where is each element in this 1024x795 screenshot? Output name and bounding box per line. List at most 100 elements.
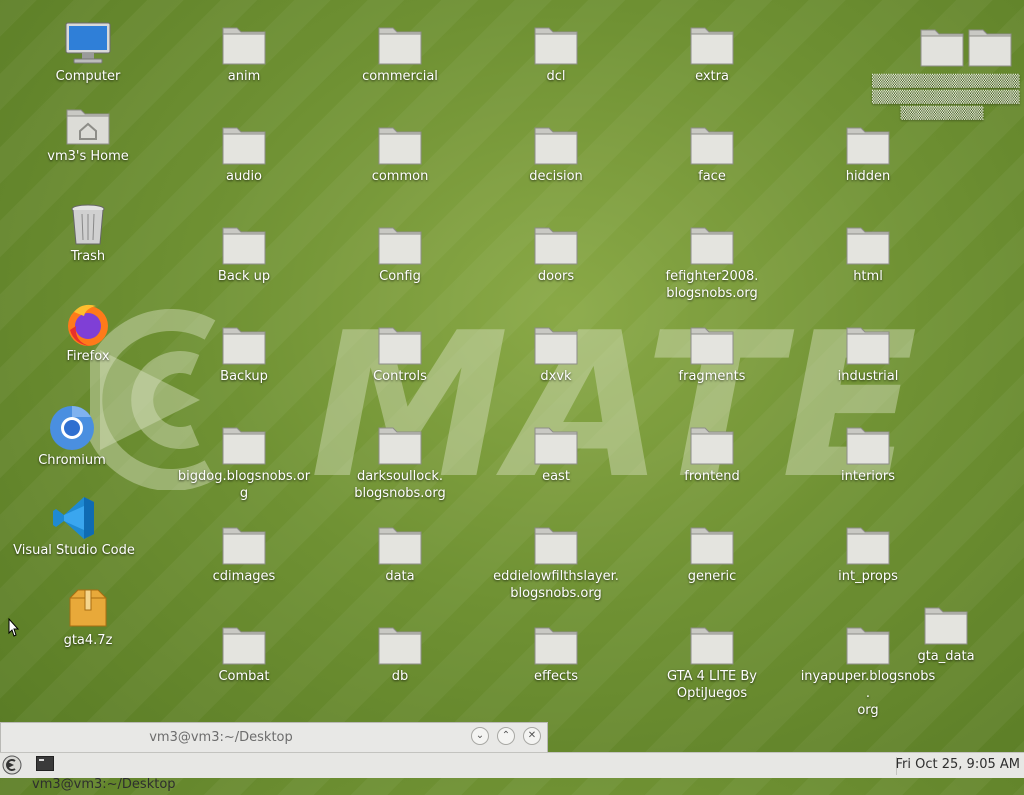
- computer-icon: [65, 22, 111, 64]
- folder-label: cdimages: [212, 569, 276, 584]
- desktop-folder[interactable]: html: [796, 220, 940, 285]
- desktop-folder[interactable]: frontend: [640, 420, 784, 485]
- desktop-folder[interactable]: Backup: [172, 320, 316, 385]
- desktop-folder[interactable]: extra: [640, 20, 784, 85]
- desktop-folder[interactable]: gta_data: [874, 600, 1018, 665]
- desktop-folder[interactable]: db: [328, 620, 472, 685]
- folder-icon: [378, 127, 422, 165]
- overlapping-icons-cluster[interactable]: ▒▒▒▒▒▒▒▒▒▒▒▒▒▒▒▒ ▒▒▒▒▒▒▒▒▒▒▒▒▒▒▒▒ ▒▒▒▒▒▒…: [862, 18, 1020, 128]
- folder-icon: [534, 127, 578, 165]
- taskbar-button-terminal[interactable]: vm3@vm3:~/Desktop: [32, 755, 202, 792]
- firefox-icon: [68, 304, 108, 346]
- folder-label: interiors: [841, 469, 895, 484]
- folder-icon: [534, 427, 578, 465]
- desktop-icon-firefox[interactable]: Firefox: [16, 300, 160, 365]
- folder-label: data: [385, 569, 415, 584]
- desktop-folder[interactable]: Combat: [172, 620, 316, 685]
- terminal-window-titlebar[interactable]: vm3@vm3:~/Desktop ⌄ ⌃ ✕: [0, 722, 548, 752]
- close-button[interactable]: ✕: [523, 727, 541, 745]
- folder-icon: [378, 27, 422, 65]
- folder-icon: [222, 527, 266, 565]
- folder-icon: [846, 327, 890, 365]
- folder-label: industrial: [837, 369, 899, 384]
- folder-icon: [534, 327, 578, 365]
- folder-label: fragments: [678, 369, 746, 384]
- desktop-folder[interactable]: Config: [328, 220, 472, 285]
- desktop-folder[interactable]: industrial: [796, 320, 940, 385]
- folder-icon: [378, 227, 422, 265]
- desktop-folder[interactable]: dxvk: [484, 320, 628, 385]
- trash-icon: [71, 204, 105, 245]
- desktop-folder[interactable]: GTA 4 LITE By OptiJuegos: [640, 620, 784, 702]
- folder-label: Back up: [217, 269, 271, 284]
- folder-label: extra: [695, 69, 729, 84]
- folder-label: hidden: [845, 169, 891, 184]
- desktop-folder[interactable]: data: [328, 520, 472, 585]
- folder-label: dxvk: [540, 369, 572, 384]
- folder-label: east: [542, 469, 570, 484]
- desktop-folder[interactable]: audio: [172, 120, 316, 185]
- folder-label: frontend: [684, 469, 740, 484]
- desktop-folder[interactable]: generic: [640, 520, 784, 585]
- desktop-folder[interactable]: commercial: [328, 20, 472, 85]
- folder-label: effects: [534, 669, 578, 684]
- folder-label: fefighter2008. blogsnobs.org: [665, 269, 759, 301]
- desktop-folder[interactable]: Back up: [172, 220, 316, 285]
- desktop-folder[interactable]: fefighter2008. blogsnobs.org: [640, 220, 784, 302]
- desktop-icon-vscode[interactable]: Visual Studio Code: [2, 494, 146, 559]
- overlapped-labels: ▒▒▒▒▒▒▒▒▒: [900, 106, 984, 120]
- desktop-folder[interactable]: anim: [172, 20, 316, 85]
- folder-icon: [378, 427, 422, 465]
- folder-label: Controls: [373, 369, 427, 384]
- folder-label: face: [698, 169, 726, 184]
- folder-icon: [222, 127, 266, 165]
- desktop-folder[interactable]: eddielowfilthslayer. blogsnobs.org: [484, 520, 628, 602]
- minimize-button[interactable]: ⌄: [471, 727, 489, 745]
- maximize-button[interactable]: ⌃: [497, 727, 515, 745]
- desktop-icon-gta4-archive[interactable]: gta4.7z: [16, 584, 160, 649]
- desktop-icon-chromium[interactable]: Chromium: [0, 404, 144, 469]
- folder-label: db: [391, 669, 409, 684]
- folder-label: GTA 4 LITE By OptiJuegos: [667, 669, 757, 701]
- folder-icon: [534, 627, 578, 665]
- desktop-folder[interactable]: effects: [484, 620, 628, 685]
- icon-label: Computer: [55, 69, 121, 84]
- folder-label: decision: [529, 169, 583, 184]
- mate-menu-icon[interactable]: [2, 755, 22, 775]
- folder-icon: [690, 627, 734, 665]
- desktop-folder[interactable]: interiors: [796, 420, 940, 485]
- desktop-folder[interactable]: cdimages: [172, 520, 316, 585]
- terminal-icon: [36, 756, 54, 771]
- desktop-folder[interactable]: hidden: [796, 120, 940, 185]
- folder-icon: [534, 527, 578, 565]
- folder-label: Backup: [220, 369, 268, 384]
- desktop-icon-home[interactable]: vm3's Home: [16, 100, 160, 165]
- desktop-folder[interactable]: face: [640, 120, 784, 185]
- chromium-icon: [50, 406, 94, 450]
- desktop-folder[interactable]: fragments: [640, 320, 784, 385]
- folder-icon: [968, 29, 1012, 67]
- desktop-folder[interactable]: east: [484, 420, 628, 485]
- folder-label: Config: [379, 269, 421, 284]
- folder-label: darksoullock. blogsnobs.org: [354, 469, 446, 501]
- folder-label: doors: [537, 269, 575, 284]
- desktop-folder[interactable]: dcl: [484, 20, 628, 85]
- folder-icon: [690, 427, 734, 465]
- folder-label: eddielowfilthslayer. blogsnobs.org: [493, 569, 619, 601]
- folder-icon: [534, 227, 578, 265]
- archive-icon: [69, 589, 107, 627]
- mouse-cursor-icon: [8, 618, 20, 637]
- desktop-folder[interactable]: bigdog.blogsnobs.org: [172, 420, 316, 502]
- folder-icon: [690, 227, 734, 265]
- desktop-folder[interactable]: common: [328, 120, 472, 185]
- desktop-icon-trash[interactable]: Trash: [16, 200, 160, 265]
- desktop[interactable]: MATE Computer vm3's Home Trash Firefox C…: [0, 0, 1024, 722]
- desktop-folder[interactable]: decision: [484, 120, 628, 185]
- desktop-folder[interactable]: int_props: [796, 520, 940, 585]
- desktop-icon-computer[interactable]: Computer: [16, 20, 160, 85]
- clock[interactable]: Fri Oct 25, 9:05 AM: [896, 755, 1020, 775]
- desktop-folder[interactable]: Controls: [328, 320, 472, 385]
- desktop-folder[interactable]: doors: [484, 220, 628, 285]
- desktop-folder[interactable]: darksoullock. blogsnobs.org: [328, 420, 472, 502]
- folder-label: dcl: [546, 69, 566, 84]
